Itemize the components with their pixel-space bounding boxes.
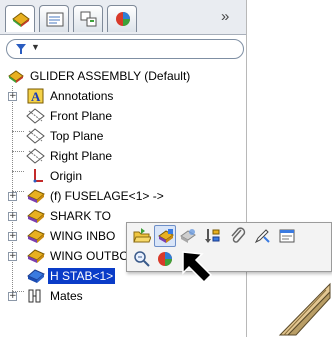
tree-item-label: Right Plane bbox=[50, 149, 113, 163]
open-part-button[interactable] bbox=[131, 225, 153, 247]
context-toolbar bbox=[126, 222, 332, 272]
filter-box[interactable]: ▼ bbox=[6, 39, 244, 59]
tree-item-label: H STAB<1> bbox=[48, 268, 116, 284]
expand-toggle-icon[interactable]: + bbox=[8, 252, 17, 261]
expand-toggle-icon[interactable]: + bbox=[8, 232, 17, 241]
properties-icon bbox=[279, 229, 295, 243]
appearance-color-button[interactable] bbox=[154, 248, 176, 270]
overflow-chevron-icon[interactable]: » bbox=[221, 8, 229, 25]
tree-item-right-plane[interactable]: Right Plane bbox=[0, 146, 246, 166]
filter-funnel-icon bbox=[16, 44, 26, 54]
graphics-wing-part bbox=[278, 282, 331, 336]
tree-item-origin[interactable]: Origin bbox=[0, 166, 246, 186]
tree-item-label: Front Plane bbox=[50, 109, 113, 123]
tree-item-front-plane[interactable]: Front Plane bbox=[0, 106, 246, 126]
panel-divider[interactable] bbox=[246, 0, 247, 337]
plane-icon bbox=[26, 128, 45, 144]
assembly-icon bbox=[8, 70, 24, 83]
tree-item-label: Mates bbox=[50, 289, 83, 303]
expand-toggle-icon[interactable]: + bbox=[8, 212, 17, 221]
paper-clip-button[interactable] bbox=[227, 225, 249, 247]
expand-toggle-icon[interactable]: + bbox=[8, 292, 17, 301]
open-part-icon bbox=[133, 228, 151, 243]
tree-item-label: Annotations bbox=[50, 89, 114, 103]
feature-manager-icon bbox=[12, 12, 30, 27]
reorder-button[interactable] bbox=[202, 225, 224, 247]
manager-tabs: » bbox=[0, 0, 246, 35]
tree-item-label: SHARK TO bbox=[50, 209, 111, 223]
plane-icon bbox=[26, 108, 45, 124]
display-manager-icon bbox=[116, 12, 130, 26]
expand-toggle-icon[interactable]: + bbox=[8, 92, 17, 101]
tree-item-fuselage[interactable]: + (f) FUSELAGE<1> -> bbox=[0, 186, 246, 206]
filter-dropdown-arrow-icon[interactable]: ▼ bbox=[31, 42, 40, 52]
appearance-color-icon bbox=[158, 252, 172, 266]
reorder-icon bbox=[205, 229, 220, 243]
tab-display-manager[interactable] bbox=[107, 5, 137, 32]
properties-button[interactable] bbox=[276, 225, 298, 247]
appearance-pen-button[interactable] bbox=[251, 225, 273, 247]
tab-feature-manager[interactable] bbox=[5, 5, 35, 32]
part-icon bbox=[27, 209, 45, 223]
tab-configuration-manager[interactable] bbox=[73, 5, 103, 32]
mates-icon bbox=[28, 289, 41, 303]
expand-toggle-icon[interactable]: + bbox=[8, 192, 17, 201]
hide-components-icon bbox=[180, 229, 196, 243]
origin-icon bbox=[33, 169, 43, 183]
part-icon-selected bbox=[27, 269, 45, 283]
edit-part-button[interactable] bbox=[154, 225, 176, 247]
tree-root-glider-assembly[interactable]: GLIDER ASSEMBLY (Default) bbox=[6, 66, 246, 86]
configuration-manager-icon bbox=[80, 11, 97, 27]
tree-item-top-plane[interactable]: Top Plane bbox=[0, 126, 246, 146]
callout-arrow-icon bbox=[182, 251, 213, 284]
part-icon bbox=[27, 189, 45, 203]
tree-item-label: WING INBO bbox=[50, 229, 116, 243]
zoom-to-selection-button[interactable] bbox=[131, 248, 153, 270]
paper-clip-icon bbox=[231, 227, 246, 243]
zoom-to-selection-icon bbox=[134, 251, 150, 267]
edit-part-icon bbox=[158, 229, 174, 243]
tab-property-manager[interactable] bbox=[39, 5, 69, 32]
part-icon bbox=[27, 229, 45, 243]
appearance-pen-icon bbox=[254, 229, 270, 244]
tree-item-label: (f) FUSELAGE<1> -> bbox=[50, 189, 164, 203]
tree-item-label: Origin bbox=[50, 169, 83, 183]
tree-item-label: Top Plane bbox=[50, 129, 104, 143]
part-icon bbox=[27, 249, 45, 263]
hide-components-button[interactable] bbox=[177, 225, 199, 247]
svg-text:A: A bbox=[31, 89, 41, 104]
property-manager-icon bbox=[46, 12, 64, 27]
annotations-icon: A bbox=[27, 88, 44, 104]
plane-icon bbox=[26, 148, 45, 164]
tree-item-annotations[interactable]: + A Annotations bbox=[0, 86, 246, 106]
tree-root-label: GLIDER ASSEMBLY (Default) bbox=[30, 69, 191, 83]
